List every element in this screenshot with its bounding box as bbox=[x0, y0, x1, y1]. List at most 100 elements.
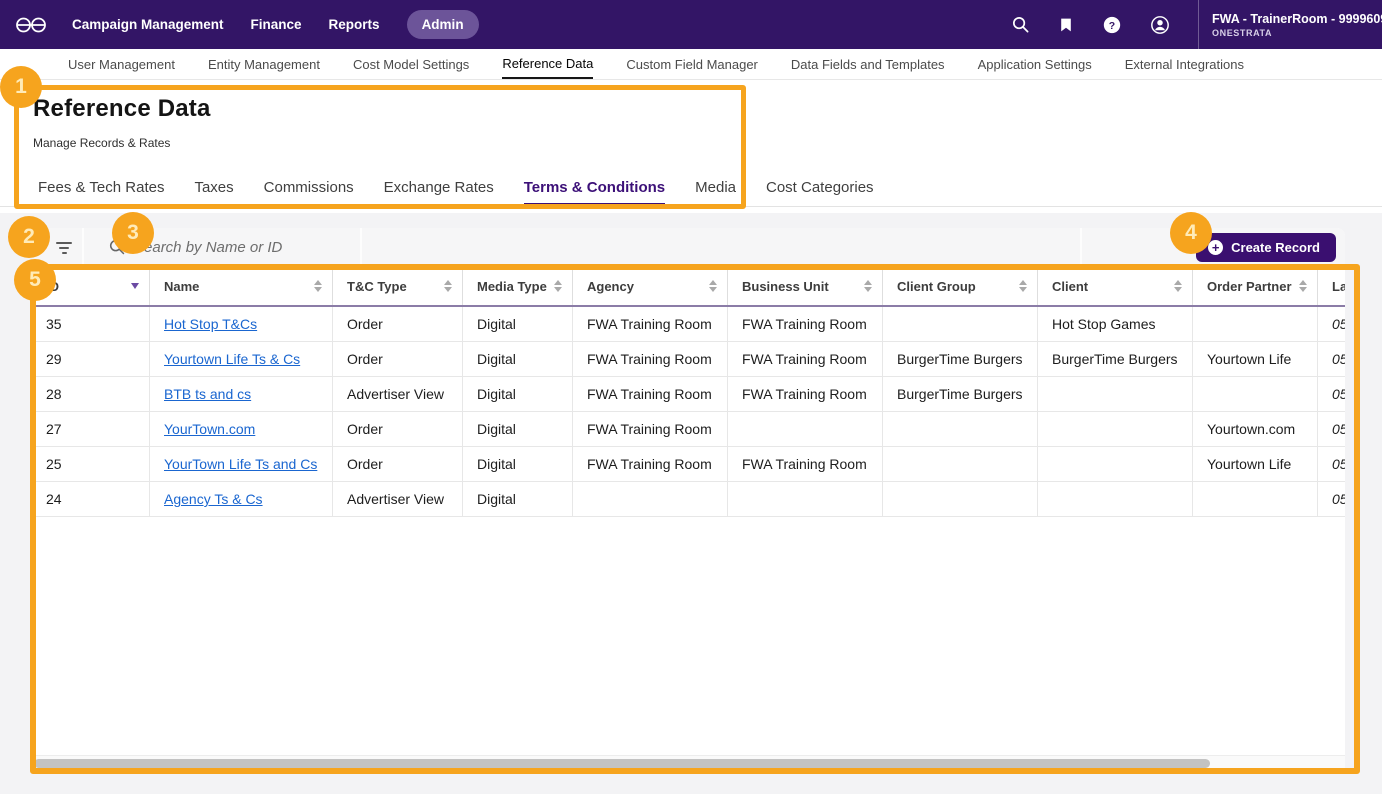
tab-commissions[interactable]: Commissions bbox=[264, 179, 354, 206]
help-icon[interactable]: ? bbox=[1102, 15, 1122, 35]
cell-id: 29 bbox=[32, 342, 150, 376]
filter-list-icon bbox=[56, 242, 72, 244]
subnav-item-reference-data[interactable]: Reference Data bbox=[502, 49, 593, 79]
cell-order_partner: Yourtown.com bbox=[1193, 412, 1318, 446]
logo-icon[interactable] bbox=[14, 15, 48, 35]
cell-last_updated: 05 bbox=[1318, 412, 1345, 446]
search-icon[interactable] bbox=[1011, 15, 1030, 34]
column-header-client[interactable]: Client bbox=[1038, 267, 1193, 305]
column-header-name[interactable]: Name bbox=[150, 267, 333, 305]
column-label: Media Type bbox=[477, 279, 547, 294]
record-link[interactable]: Hot Stop T&Cs bbox=[164, 316, 257, 332]
record-link[interactable]: BTB ts and cs bbox=[164, 386, 251, 402]
record-link[interactable]: Agency Ts & Cs bbox=[164, 491, 263, 507]
topbar-nav: Campaign Management Finance Reports Admin bbox=[72, 10, 479, 39]
topbar-right: ? FWA - TrainerRoom - 9999609 ONESTRATA bbox=[1011, 0, 1382, 49]
topbar-nav-campaign-management[interactable]: Campaign Management bbox=[72, 17, 224, 32]
cell-agency bbox=[573, 482, 728, 516]
create-record-label: Create Record bbox=[1231, 240, 1320, 255]
cell-id: 24 bbox=[32, 482, 150, 516]
create-record-button[interactable]: + Create Record bbox=[1196, 233, 1336, 262]
cell-tc_type: Order bbox=[333, 447, 463, 481]
topbar-nav-reports[interactable]: Reports bbox=[329, 17, 380, 32]
subnav-item-cost-model-settings[interactable]: Cost Model Settings bbox=[353, 49, 469, 79]
subnav-item-user-management[interactable]: User Management bbox=[68, 49, 175, 79]
column-label: T&C Type bbox=[347, 279, 407, 294]
cell-media_type: Digital bbox=[463, 482, 573, 516]
record-link[interactable]: YourTown Life Ts and Cs bbox=[164, 456, 317, 472]
cell-last_updated: 05 bbox=[1318, 377, 1345, 411]
cell-order_partner: Yourtown Life bbox=[1193, 342, 1318, 376]
column-header-t-c-type[interactable]: T&C Type bbox=[333, 267, 463, 305]
profile-icon[interactable] bbox=[1150, 15, 1170, 35]
account-menu[interactable]: FWA - TrainerRoom - 9999609 ONESTRATA bbox=[1199, 12, 1382, 38]
cell-client_group bbox=[883, 412, 1038, 446]
cell-name: BTB ts and cs bbox=[150, 377, 333, 411]
column-label: Client Group bbox=[897, 279, 976, 294]
tab-cost-categories[interactable]: Cost Categories bbox=[766, 179, 874, 206]
cell-client_group: BurgerTime Burgers bbox=[883, 342, 1038, 376]
column-label: Name bbox=[164, 279, 199, 294]
sort-icon bbox=[554, 280, 562, 292]
subnav-item-custom-field-manager[interactable]: Custom Field Manager bbox=[626, 49, 758, 79]
bookmark-icon[interactable] bbox=[1058, 16, 1074, 34]
cell-agency: FWA Training Room bbox=[573, 307, 728, 341]
sort-icon bbox=[709, 280, 717, 292]
cell-order_partner bbox=[1193, 482, 1318, 516]
column-label: Client bbox=[1052, 279, 1088, 294]
cell-client: BurgerTime Burgers bbox=[1038, 342, 1193, 376]
cell-order_partner bbox=[1193, 307, 1318, 341]
cell-tc_type: Advertiser View bbox=[333, 482, 463, 516]
cell-business_unit bbox=[728, 412, 883, 446]
tab-exchange-rates[interactable]: Exchange Rates bbox=[384, 179, 494, 206]
cell-last_updated: 05 bbox=[1318, 307, 1345, 341]
topbar-nav-admin[interactable]: Admin bbox=[407, 10, 479, 39]
account-name: FWA - TrainerRoom - 9999609 bbox=[1212, 12, 1382, 26]
annotation-callout-3: 3 bbox=[112, 212, 154, 254]
horizontal-scrollbar[interactable] bbox=[32, 755, 1345, 770]
page-header: Reference Data Manage Records & Rates Fe… bbox=[0, 80, 1382, 207]
cell-business_unit: FWA Training Room bbox=[728, 342, 883, 376]
table-toolbar: + Create Record bbox=[32, 228, 1345, 267]
admin-subnav: User Management Entity Management Cost Mod… bbox=[0, 49, 1382, 80]
subnav-item-data-fields-and-templates[interactable]: Data Fields and Templates bbox=[791, 49, 945, 79]
cell-business_unit: FWA Training Room bbox=[728, 307, 883, 341]
scrollbar-thumb[interactable] bbox=[34, 759, 1210, 768]
cell-order_partner: Yourtown Life bbox=[1193, 447, 1318, 481]
cell-id: 35 bbox=[32, 307, 150, 341]
cell-client bbox=[1038, 377, 1193, 411]
tab-taxes[interactable]: Taxes bbox=[194, 179, 233, 206]
column-header-la[interactable]: La bbox=[1318, 267, 1345, 305]
column-header-client-group[interactable]: Client Group bbox=[883, 267, 1038, 305]
cell-media_type: Digital bbox=[463, 447, 573, 481]
cell-client_group bbox=[883, 482, 1038, 516]
tab-media[interactable]: Media bbox=[695, 179, 736, 206]
column-label: La bbox=[1332, 279, 1345, 294]
account-org: ONESTRATA bbox=[1212, 28, 1382, 38]
sort-desc-icon bbox=[131, 283, 139, 289]
column-header-order-partner[interactable]: Order Partner bbox=[1193, 267, 1318, 305]
search-input[interactable] bbox=[134, 234, 349, 261]
column-header-media-type[interactable]: Media Type bbox=[463, 267, 573, 305]
cell-id: 25 bbox=[32, 447, 150, 481]
column-header-business-unit[interactable]: Business Unit bbox=[728, 267, 883, 305]
cell-tc_type: Order bbox=[333, 307, 463, 341]
tab-fees-tech-rates[interactable]: Fees & Tech Rates bbox=[38, 179, 164, 206]
page-subtitle: Manage Records & Rates bbox=[33, 136, 1382, 150]
column-label: Order Partner bbox=[1207, 279, 1292, 294]
record-link[interactable]: Yourtown Life Ts & Cs bbox=[164, 351, 300, 367]
tab-terms-conditions[interactable]: Terms & Conditions bbox=[524, 179, 665, 206]
table-body: 35Hot Stop T&CsOrderDigitalFWA Training … bbox=[32, 307, 1345, 517]
svg-text:?: ? bbox=[1109, 20, 1115, 31]
subnav-item-application-settings[interactable]: Application Settings bbox=[978, 49, 1092, 79]
column-header-agency[interactable]: Agency bbox=[573, 267, 728, 305]
topbar-nav-finance[interactable]: Finance bbox=[251, 17, 302, 32]
sort-icon bbox=[444, 280, 452, 292]
record-link[interactable]: YourTown.com bbox=[164, 421, 255, 437]
cell-name: Yourtown Life Ts & Cs bbox=[150, 342, 333, 376]
cell-business_unit: FWA Training Room bbox=[728, 447, 883, 481]
subnav-item-entity-management[interactable]: Entity Management bbox=[208, 49, 320, 79]
annotation-callout-5: 5 bbox=[14, 259, 56, 301]
filter-button[interactable] bbox=[48, 228, 80, 267]
subnav-item-external-integrations[interactable]: External Integrations bbox=[1125, 49, 1244, 79]
